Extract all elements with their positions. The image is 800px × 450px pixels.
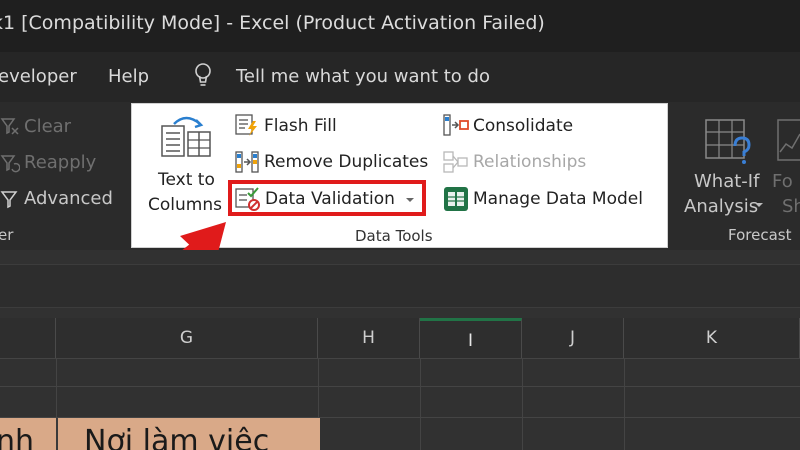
menu-developer[interactable]: eveloper: [0, 66, 77, 87]
forecast-group-label: Forecast: [728, 226, 792, 244]
sort-filter-group-label: er: [0, 226, 14, 244]
what-if-analysis-icon: [705, 119, 751, 164]
title-bar: k1 [Compatibility Mode] - Excel (Product…: [0, 0, 800, 52]
flash-fill-icon: [235, 114, 257, 136]
forecast-sheet-label-2[interactable]: Sh: [782, 196, 800, 217]
column-header-i[interactable]: I: [420, 318, 522, 358]
column-header-f[interactable]: [0, 318, 56, 358]
consolidate-icon: [443, 114, 469, 136]
what-if-label-1[interactable]: What-If: [694, 171, 759, 192]
column-header-h[interactable]: H: [318, 318, 420, 358]
forecast-sheet-icon: [777, 119, 800, 161]
column-divider: [624, 358, 625, 450]
cell-g-header[interactable]: Nơi làm việc: [56, 418, 320, 450]
clear-filter-icon: [0, 118, 19, 135]
menu-help[interactable]: Help: [108, 66, 149, 87]
manage-data-model-button[interactable]: Manage Data Model: [473, 189, 643, 209]
column-divider: [522, 358, 523, 450]
advanced-filter-icon: [0, 191, 18, 209]
tell-me-search[interactable]: Tell me what you want to do: [236, 66, 490, 87]
reapply-button[interactable]: Reapply: [24, 152, 96, 173]
column-header-g[interactable]: G: [56, 318, 318, 358]
flash-fill-button[interactable]: Flash Fill: [264, 116, 337, 136]
lightbulb-icon: [195, 63, 211, 86]
window-title: k1 [Compatibility Mode] - Excel (Product…: [0, 12, 545, 34]
remove-duplicates-button[interactable]: Remove Duplicates: [264, 152, 428, 172]
cell-g-text: Nơi làm việc: [84, 424, 270, 450]
formula-bar[interactable]: [0, 264, 800, 308]
chevron-down-icon: [755, 203, 763, 207]
cell-f-text: nh: [0, 424, 35, 450]
manage-data-model-icon: [444, 187, 468, 211]
column-divider: [420, 358, 421, 450]
row-divider: [0, 358, 800, 359]
relationships-icon: [443, 151, 468, 173]
row-divider: [0, 386, 800, 387]
advanced-button[interactable]: Advanced: [24, 188, 113, 209]
forecast-sheet-label-1[interactable]: Fo: [772, 171, 793, 192]
data-validation-highlight: [228, 180, 426, 216]
reapply-filter-icon: [0, 155, 20, 173]
clear-button[interactable]: Clear: [24, 116, 71, 137]
cell-f-header[interactable]: nh: [0, 418, 56, 450]
column-header-j[interactable]: J: [522, 318, 624, 358]
relationships-button[interactable]: Relationships: [473, 152, 586, 172]
column-header-k[interactable]: K: [624, 318, 800, 358]
remove-duplicates-icon: [235, 151, 259, 173]
text-to-columns-label-1[interactable]: Text to: [158, 170, 215, 190]
consolidate-button[interactable]: Consolidate: [473, 116, 573, 136]
data-tools-group-label: Data Tools: [355, 227, 433, 245]
what-if-label-2[interactable]: Analysis: [684, 196, 758, 217]
text-to-columns-icon: [161, 116, 211, 157]
